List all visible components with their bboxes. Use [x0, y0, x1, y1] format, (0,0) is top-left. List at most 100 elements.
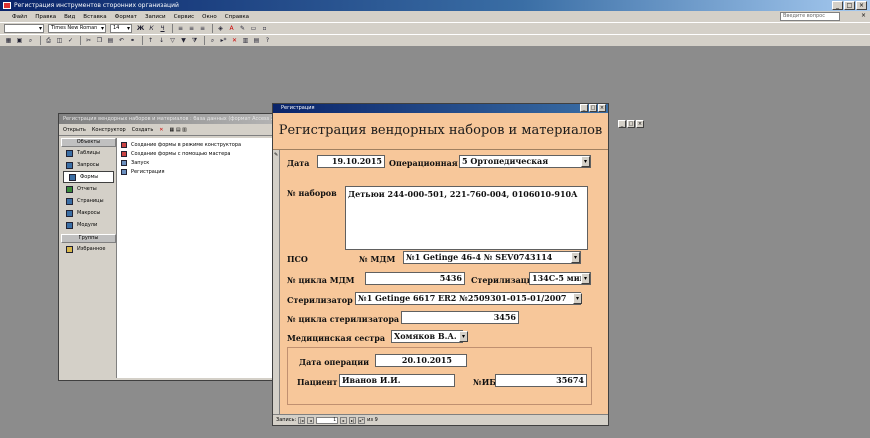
find-icon[interactable]: ⌕ — [208, 36, 217, 45]
font-name-combo[interactable]: Times New Roman — [48, 24, 106, 33]
sterilizer-dropdown-icon[interactable]: ▾ — [573, 293, 582, 304]
filter-icon[interactable]: ▽ — [168, 36, 177, 45]
form-close-button[interactable]: × — [598, 104, 606, 112]
operating-room-dropdown-icon[interactable]: ▾ — [581, 156, 590, 167]
undo-icon[interactable]: ↶ — [117, 36, 126, 45]
menu-edit[interactable]: Правка — [35, 14, 56, 20]
menu-tools[interactable]: Сервис — [174, 14, 195, 20]
nav-item-reports[interactable]: Отчеты — [61, 183, 116, 195]
paste-icon[interactable]: ▤ — [106, 36, 115, 45]
hyperlink-icon[interactable]: ⚭ — [128, 36, 137, 45]
next-record-icon[interactable]: ▸ — [340, 416, 348, 424]
menu-view[interactable]: Вид — [64, 14, 75, 20]
record-selector[interactable]: ✎ — [273, 150, 280, 414]
first-record-icon[interactable]: |◂ — [298, 416, 306, 424]
help-search-input[interactable]: Введите вопрос — [780, 12, 840, 21]
previous-record-icon[interactable]: ◂ — [307, 416, 315, 424]
menu-format[interactable]: Формат — [115, 14, 137, 20]
sets-textarea[interactable]: Детьюи 244-000-501, 221-760-004, 0106010… — [345, 186, 588, 250]
operation-date-field[interactable]: 20.10.2015 — [375, 354, 467, 367]
align-right-icon[interactable]: ≡ — [198, 24, 207, 33]
maximize-button[interactable]: □ — [844, 1, 855, 10]
new-object-icon[interactable]: ▤ — [252, 36, 261, 45]
current-record-input[interactable]: 1 — [316, 416, 339, 424]
nib-field[interactable]: 35674 — [495, 374, 587, 387]
line-color-icon[interactable]: ✎ — [238, 24, 247, 33]
spelling-icon[interactable]: ✓ — [66, 36, 75, 45]
view-options-icon[interactable]: ▦ ▤ ▥ — [170, 127, 187, 133]
print-preview-icon[interactable]: ◫ — [55, 36, 64, 45]
underline-button[interactable]: Ч — [158, 24, 167, 33]
mdi-close-icon[interactable]: × — [861, 12, 866, 19]
help-icon[interactable]: ? — [263, 36, 272, 45]
font-size-combo[interactable]: 14 — [110, 24, 132, 33]
copy-icon[interactable]: ❐ — [95, 36, 104, 45]
list-item-label: Запуск — [131, 159, 150, 166]
fill-color-icon[interactable]: ◈ — [216, 24, 225, 33]
close-button[interactable]: × — [856, 1, 867, 10]
database-window: Регистрация вендорных наборов и материал… — [58, 113, 280, 381]
last-record-icon[interactable]: ▸| — [349, 416, 357, 424]
nurse-dropdown-icon[interactable]: ▾ — [459, 331, 468, 342]
create-button[interactable]: Создать — [132, 127, 154, 133]
menu-records[interactable]: Записи — [145, 14, 166, 20]
nav-item-queries[interactable]: Запросы — [61, 159, 116, 171]
menu-window[interactable]: Окно — [202, 14, 217, 20]
nav-item-forms[interactable]: Формы — [63, 171, 114, 183]
italic-button[interactable]: К — [147, 24, 156, 33]
sterilizer-combo[interactable]: №1 Getinge 6617 ER2 №2509301-015-01/2007 — [355, 292, 581, 305]
sterilization-dropdown-icon[interactable]: ▾ — [581, 273, 590, 284]
new-record-nav-icon[interactable]: ▸* — [358, 416, 366, 424]
list-item[interactable]: Создание формы в режиме конструктора — [121, 140, 273, 149]
cut-icon[interactable]: ✂ — [84, 36, 93, 45]
mdm-combo[interactable]: №1 Getinge 46-4 № SEV0743114 — [403, 251, 581, 264]
patient-field[interactable]: Иванов И.И. — [339, 374, 455, 387]
menu-help[interactable]: Справка — [225, 14, 249, 20]
print-icon[interactable]: ⎙ — [44, 36, 53, 45]
special-effect-icon[interactable]: ▫ — [260, 24, 269, 33]
sterilizer-cycle-field[interactable]: 3456 — [401, 311, 519, 324]
mdm-cycle-field[interactable]: 5436 — [365, 272, 465, 285]
menu-file[interactable]: Файл — [12, 14, 27, 20]
db-close-button[interactable]: × — [636, 120, 644, 128]
database-window-icon[interactable]: ▥ — [241, 36, 250, 45]
db-maximize-button[interactable]: □ — [627, 120, 635, 128]
db-minimize-button[interactable]: _ — [618, 120, 626, 128]
bold-button[interactable]: Ж — [136, 24, 145, 33]
nav-item-favorites[interactable]: Избранное — [61, 243, 116, 255]
nav-item-pages[interactable]: Страницы — [61, 195, 116, 207]
menu-insert[interactable]: Вставка — [83, 14, 106, 20]
minimize-button[interactable]: _ — [832, 1, 843, 10]
objects-header[interactable]: Объекты — [61, 138, 116, 147]
mdm-dropdown-icon[interactable]: ▾ — [571, 252, 580, 263]
form-maximize-button[interactable]: □ — [589, 104, 597, 112]
operating-room-combo[interactable]: 5 Ортопедическая — [459, 155, 591, 168]
nurse-combo[interactable]: Хомяков В.А. — [391, 330, 463, 343]
open-button[interactable]: Открыть — [63, 127, 86, 133]
new-record-icon[interactable]: ▸* — [219, 36, 228, 45]
date-field[interactable]: 19.10.2015 — [317, 155, 385, 168]
nav-item-tables[interactable]: Таблицы — [61, 147, 116, 159]
view-icon[interactable]: ▦ — [4, 36, 13, 45]
search-icon[interactable]: ⌕ — [26, 36, 35, 45]
delete-record-icon[interactable]: ✕ — [230, 36, 239, 45]
form-minimize-button[interactable]: _ — [580, 104, 588, 112]
align-left-icon[interactable]: ≡ — [176, 24, 185, 33]
border-width-icon[interactable]: ▭ — [249, 24, 258, 33]
design-button[interactable]: Конструктор — [92, 127, 126, 133]
font-color-icon[interactable]: A — [227, 24, 236, 33]
delete-object-icon[interactable]: ✕ — [159, 127, 163, 133]
groups-header[interactable]: Группы — [61, 234, 116, 243]
save-icon[interactable]: ▣ — [15, 36, 24, 45]
filter-selection-icon[interactable]: ▼ — [179, 36, 188, 45]
list-item[interactable]: Создание формы с помощью мастера — [121, 149, 273, 158]
align-center-icon[interactable]: ≡ — [187, 24, 196, 33]
nav-item-modules[interactable]: Модули — [61, 219, 116, 231]
sort-descending-icon[interactable]: ↓ — [157, 36, 166, 45]
list-item[interactable]: Регистрация — [121, 167, 273, 176]
nav-item-macros[interactable]: Макросы — [61, 207, 116, 219]
apply-filter-icon[interactable]: ⧩ — [190, 36, 199, 45]
list-item[interactable]: Запуск — [121, 158, 273, 167]
object-combo[interactable] — [4, 24, 44, 33]
sort-ascending-icon[interactable]: ↑ — [146, 36, 155, 45]
